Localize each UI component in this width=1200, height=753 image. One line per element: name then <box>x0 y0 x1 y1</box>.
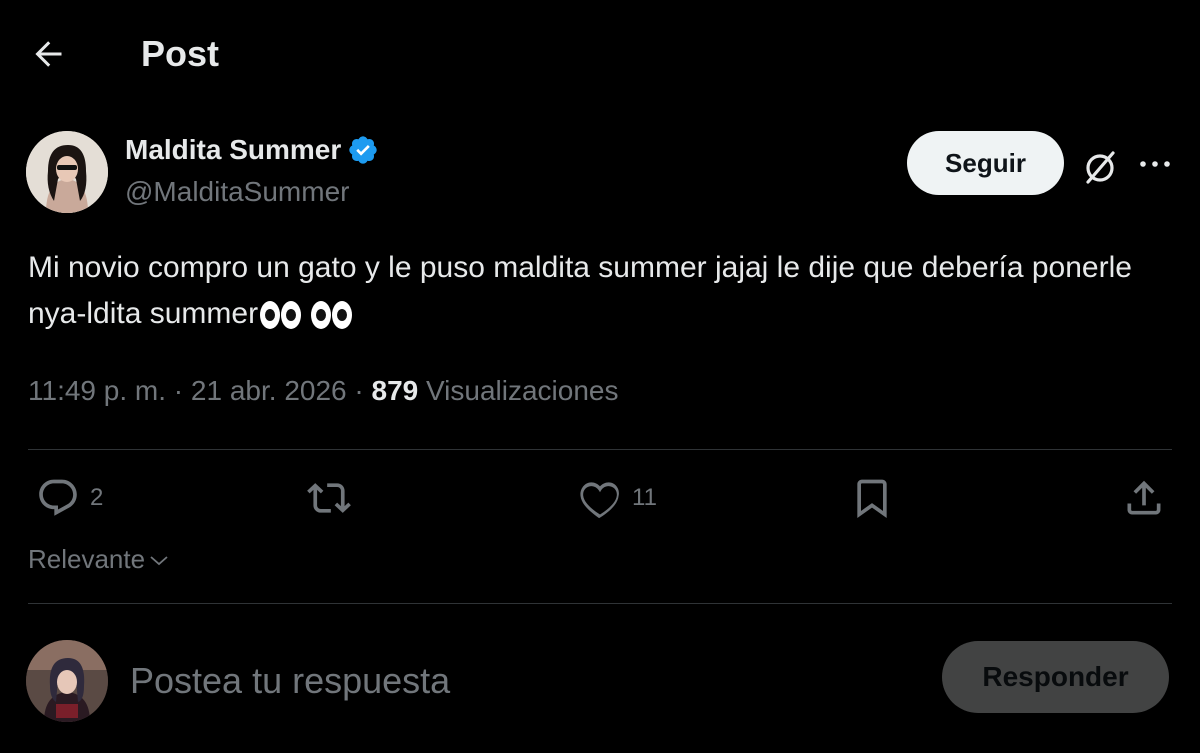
views-label: Visualizaciones <box>426 375 619 406</box>
user-avatar[interactable] <box>26 640 108 722</box>
heart-icon <box>580 482 619 519</box>
tweet-body: Mi novio compro un gato y le puso maldit… <box>28 251 1132 330</box>
repost-icon <box>307 483 351 513</box>
page-title: Post <box>141 33 220 74</box>
reply-icon <box>39 479 77 516</box>
sort-label: Relevante <box>28 544 146 574</box>
arrow-left-icon[interactable] <box>30 36 66 72</box>
tweet-meta: 11:49 p. m. · 21 abr. 2026 · 879 Visuali… <box>28 375 619 406</box>
reply-button[interactable]: Responder <box>942 641 1169 713</box>
reply-count: 2 <box>90 484 104 511</box>
author-handle[interactable]: @MalditaSummer <box>125 176 349 208</box>
more-options-icon[interactable] <box>1138 150 1172 178</box>
author-name[interactable]: Maldita Summer <box>125 134 379 166</box>
grok-icon[interactable] <box>1080 147 1120 187</box>
bookmark-icon <box>857 479 887 519</box>
eyes-emoji-icon <box>260 301 358 330</box>
author-display-name[interactable]: Maldita Summer <box>125 134 341 166</box>
share-action[interactable] <box>1122 476 1166 520</box>
divider-bottom <box>28 603 1172 604</box>
tweet-text: Mi novio compro un gato y le puso maldit… <box>28 245 1168 337</box>
follow-button[interactable]: Seguir <box>907 131 1064 195</box>
bookmark-action[interactable] <box>850 476 894 520</box>
share-icon <box>1127 480 1161 515</box>
reply-action[interactable]: 2 <box>36 476 103 520</box>
chevron-down-icon <box>150 555 168 565</box>
views-count: 879 <box>371 375 419 406</box>
sort-dropdown[interactable]: Relevante <box>28 544 171 575</box>
author-avatar[interactable] <box>26 131 108 213</box>
repost-action[interactable] <box>307 476 351 520</box>
reply-input[interactable] <box>128 652 912 710</box>
divider-top <box>28 449 1172 450</box>
verified-badge-icon <box>349 136 377 164</box>
tweet-date[interactable]: 21 abr. 2026 <box>191 375 347 406</box>
tweet-time[interactable]: 11:49 p. m. <box>28 375 166 406</box>
like-action[interactable]: 11 <box>578 476 657 520</box>
like-count: 11 <box>632 484 657 511</box>
